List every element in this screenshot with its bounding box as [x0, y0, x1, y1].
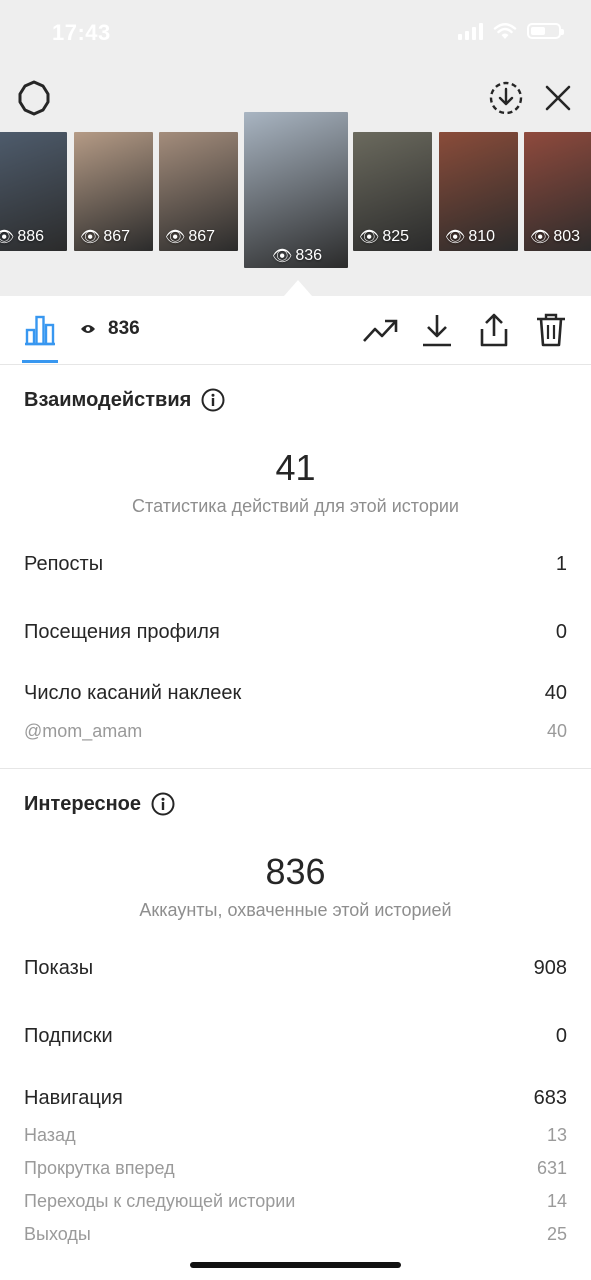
stat-label: Показы: [24, 957, 94, 979]
bar-chart-icon: [25, 315, 55, 346]
stat-value: 1: [555, 553, 567, 575]
discovery-total: 836: [265, 851, 326, 892]
stat-subvalue: 631: [536, 1158, 567, 1178]
stat-value: 40: [544, 682, 567, 704]
home-indicator[interactable]: [190, 1262, 401, 1268]
eye-icon: 👁: [165, 229, 186, 246]
eye-icon: 👁: [80, 229, 101, 246]
status-time: 17:43: [52, 20, 111, 45]
share-icon: [480, 313, 508, 347]
stat-subvalue: 25: [546, 1224, 567, 1244]
viewers-count[interactable]: 836: [80, 318, 140, 340]
stat-row-follows: Подписки 0: [24, 1025, 567, 1048]
eye-icon: 👁: [0, 229, 15, 246]
eye-icon: 👁: [359, 229, 380, 246]
stat-value: 0: [555, 621, 567, 643]
info-icon[interactable]: [151, 792, 175, 816]
active-tab-indicator: [22, 360, 58, 363]
thumbnail-views: 👁 867: [165, 228, 216, 246]
trash-icon: [537, 313, 565, 347]
discovery-caption: Аккаунты, охваченные этой историей: [139, 900, 452, 920]
stat-label: Репосты: [24, 553, 104, 575]
viewers-count-value: 836: [108, 318, 140, 339]
story-thumbnail[interactable]: 👁 867: [74, 132, 153, 251]
insights-toolbar: 836: [0, 296, 591, 365]
eye-icon: 👁: [530, 229, 551, 246]
stat-subrow-sticker[interactable]: @mom_amam 40: [24, 721, 567, 742]
story-thumbnail[interactable]: 👁 867: [159, 132, 238, 251]
cellular-signal-icon: [458, 22, 483, 40]
stat-subvalue: 40: [546, 721, 567, 741]
thumbnail-views: 👁 886: [0, 227, 44, 247]
interactions-total: 41: [275, 447, 316, 488]
info-icon[interactable]: [201, 388, 225, 412]
stat-sublabel: @mom_amam: [24, 721, 143, 741]
stat-subvalue: 14: [546, 1191, 567, 1211]
stat-label: Число касаний наклеек: [24, 682, 242, 704]
delete-button[interactable]: [531, 310, 571, 350]
interactions-caption: Статистика действий для этой истории: [132, 496, 459, 516]
stat-row-sticker-taps: Число касаний наклеек 40: [24, 682, 567, 705]
stat-subvalue: 13: [546, 1125, 567, 1145]
wifi-icon: [493, 23, 517, 39]
story-thumbnail[interactable]: 👁 886: [0, 132, 67, 251]
interactions-section-title: Взаимодействия: [24, 388, 225, 412]
thumbnail-views: 👁 867: [80, 228, 131, 246]
stat-sublabel: Выходы: [24, 1224, 91, 1244]
stat-value: 908: [533, 957, 567, 979]
thumbnail-views: 👁 825: [359, 228, 410, 246]
trending-up-icon: [363, 319, 398, 342]
stat-row-reposts: Репосты 1: [24, 553, 567, 576]
stat-sublabel: Назад: [24, 1125, 76, 1145]
download-circle-icon: [489, 81, 523, 115]
thumbnail-views: 👁 836: [272, 247, 323, 265]
stat-value: 683: [533, 1087, 567, 1109]
share-button[interactable]: [474, 310, 514, 350]
close-icon: [545, 85, 571, 111]
story-thumbnail[interactable]: 👁 810: [439, 132, 518, 251]
download-icon: [423, 315, 451, 347]
discovery-title: Интересное: [24, 792, 141, 815]
stories-header: 17:43 👁 886 👁 867 👁 867 👁 836 👁 825 👁 81…: [0, 0, 591, 296]
stat-subrow-exits: Выходы 25: [24, 1224, 567, 1245]
stat-subrow-next-story: Переходы к следующей истории 14: [24, 1191, 567, 1212]
eye-icon: 👁: [272, 248, 293, 265]
story-thumbnails: 👁 886 👁 867 👁 867 👁 836 👁 825 👁 810 👁 803: [0, 112, 591, 272]
stat-sublabel: Переходы к следующей истории: [24, 1191, 296, 1211]
stat-row-profile-visits: Посещения профиля 0: [24, 621, 567, 644]
stat-label: Навигация: [24, 1087, 123, 1109]
eye-icon: 👁: [445, 229, 466, 246]
stat-label: Посещения профиля: [24, 621, 220, 643]
insights-tab[interactable]: [20, 310, 60, 350]
active-story-pointer: [284, 280, 312, 296]
stat-sublabel: Прокрутка вперед: [24, 1158, 175, 1178]
thumbnail-views: 👁 803: [530, 228, 581, 246]
thumbnail-views: 👁 810: [445, 228, 496, 246]
interactions-title: Взаимодействия: [24, 388, 192, 411]
eye-icon: [81, 325, 95, 333]
stat-value: 0: [555, 1025, 567, 1047]
promote-button[interactable]: [360, 310, 400, 350]
stat-subrow-back: Назад 13: [24, 1125, 567, 1146]
battery-icon: [527, 23, 564, 39]
gear-icon: [18, 80, 50, 116]
stat-subrow-forward: Прокрутка вперед 631: [24, 1158, 567, 1179]
discovery-section-title: Интересное: [24, 792, 175, 816]
stat-row-impressions: Показы 908: [24, 957, 567, 980]
stat-row-navigation: Навигация 683: [24, 1087, 567, 1110]
status-bar: 17:43: [0, 0, 591, 64]
save-button[interactable]: [417, 310, 457, 350]
status-icons: [458, 22, 564, 40]
stat-label: Подписки: [24, 1025, 113, 1047]
story-thumbnail-active[interactable]: 👁 836: [244, 112, 348, 268]
section-divider: [0, 768, 591, 769]
story-thumbnail[interactable]: 👁 825: [353, 132, 432, 251]
story-thumbnail[interactable]: 👁 803: [524, 132, 591, 251]
